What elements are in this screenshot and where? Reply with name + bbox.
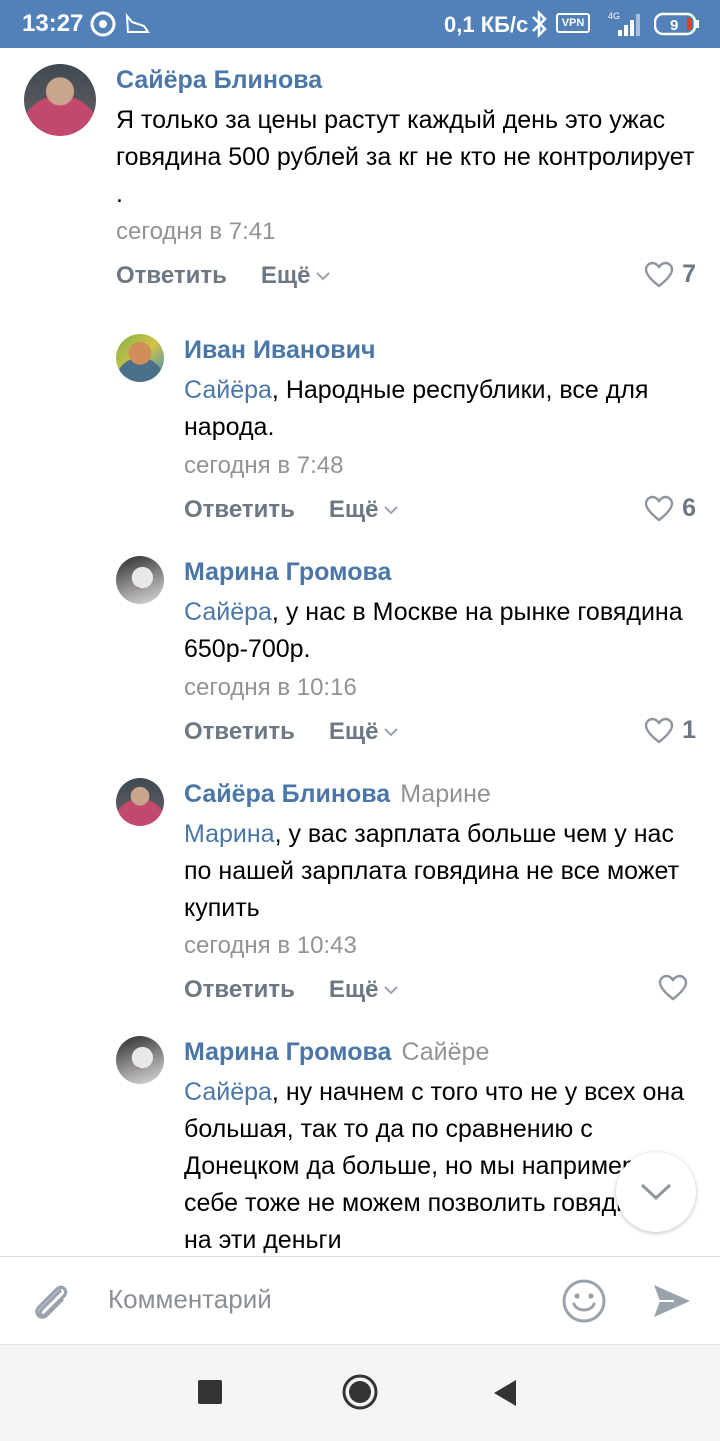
more-button[interactable]: Ещё bbox=[329, 496, 399, 524]
like-button[interactable]: 6 bbox=[644, 494, 696, 523]
author-name[interactable]: Сайёра Блинова bbox=[184, 780, 390, 808]
chevron-down-icon bbox=[383, 506, 398, 515]
avatar[interactable] bbox=[24, 64, 96, 136]
battery-level: 9 bbox=[670, 17, 678, 34]
attach-icon[interactable] bbox=[26, 1277, 74, 1325]
mention-link[interactable]: Сайёра bbox=[184, 376, 272, 404]
comment-actions: Ответить Ещё bbox=[184, 976, 399, 1004]
comment-author[interactable]: Марина Громова Сайёре bbox=[184, 1038, 489, 1067]
chevron-down-icon bbox=[383, 728, 398, 737]
chevron-down-icon bbox=[640, 1183, 672, 1201]
more-button[interactable]: Ещё bbox=[261, 262, 331, 290]
comment-author[interactable]: Сайёра Блинова Марине bbox=[184, 780, 491, 809]
comment-text: Сайёра, Народные республики, все для нар… bbox=[184, 372, 684, 446]
heart-icon bbox=[658, 974, 688, 1001]
more-button[interactable]: Ещё bbox=[329, 718, 399, 746]
more-label: Ещё bbox=[260, 262, 311, 289]
mention-link[interactable]: Марина bbox=[184, 820, 275, 848]
status-bar: 13:27 0,1 КБ/с VPN 4G 9 bbox=[0, 0, 720, 48]
avatar[interactable] bbox=[116, 778, 164, 826]
author-name[interactable]: Марина Громова bbox=[184, 558, 391, 586]
author-name[interactable]: Марина Громова bbox=[184, 1038, 391, 1066]
author-name[interactable]: Сайёра Блинова bbox=[116, 66, 322, 94]
comment-time: сегодня в 10:43 bbox=[184, 932, 357, 959]
send-icon[interactable] bbox=[650, 1279, 694, 1323]
comment-input-bar bbox=[0, 1256, 720, 1345]
scroll-down-button[interactable] bbox=[616, 1152, 696, 1232]
comment-time: сегодня в 7:41 bbox=[116, 218, 276, 245]
comment-actions: Ответить Ещё bbox=[116, 262, 331, 290]
comment-time: сегодня в 10:16 bbox=[184, 674, 357, 701]
comment-text: Я только за цены растут каждый день это … bbox=[116, 102, 696, 213]
battery-icon: 9 bbox=[653, 12, 700, 36]
mention-link[interactable]: Сайёра bbox=[184, 1078, 272, 1106]
like-button[interactable]: 7 bbox=[644, 260, 696, 289]
vpn-badge: VPN bbox=[556, 13, 590, 33]
chevron-down-icon bbox=[383, 986, 398, 995]
chrome-icon bbox=[90, 11, 116, 37]
more-button[interactable]: Ещё bbox=[329, 976, 399, 1004]
bluetooth-icon bbox=[532, 9, 547, 39]
network-type: 4G bbox=[608, 11, 620, 21]
comment-body: Я только за цены растут каждый день это … bbox=[116, 106, 695, 208]
more-label: Ещё bbox=[328, 496, 379, 523]
more-label: Ещё bbox=[328, 976, 379, 1003]
like-count: 1 bbox=[682, 716, 696, 744]
comment-input[interactable] bbox=[108, 1279, 538, 1319]
comment-time: сегодня в 7:48 bbox=[184, 452, 344, 479]
like-button[interactable]: 1 bbox=[644, 716, 696, 745]
like-button[interactable] bbox=[658, 974, 696, 1002]
comment-text: Сайёра, у нас в Москве на рынке говядина… bbox=[184, 594, 684, 668]
signal-icon: 4G bbox=[608, 11, 640, 36]
like-count: 7 bbox=[682, 260, 696, 288]
reply-button[interactable]: Ответить bbox=[184, 718, 295, 746]
comment-actions: Ответить Ещё bbox=[184, 496, 399, 524]
chevron-down-icon bbox=[315, 272, 330, 281]
comment-author[interactable]: Иван Иванович bbox=[184, 336, 376, 365]
heart-icon bbox=[644, 717, 674, 744]
reply-to[interactable]: Сайёре bbox=[401, 1038, 489, 1066]
comment-text: Марина, у вас зарплата больше чем у нас … bbox=[184, 816, 694, 927]
network-speed: 0,1 КБ/с bbox=[444, 12, 529, 37]
comment: Марина Громова Сайёре Сайёра, ну начнем с… bbox=[0, 1022, 720, 1256]
author-name[interactable]: Иван Иванович bbox=[184, 336, 376, 364]
emoji-icon[interactable] bbox=[560, 1277, 608, 1325]
reply-to[interactable]: Марине bbox=[400, 780, 491, 808]
comment-actions: Ответить Ещё bbox=[184, 718, 399, 746]
heart-icon bbox=[644, 261, 674, 288]
reply-button[interactable]: Ответить bbox=[184, 976, 295, 1004]
nav-recents-icon[interactable] bbox=[198, 1380, 222, 1404]
avatar[interactable] bbox=[116, 334, 164, 382]
nav-home-icon[interactable] bbox=[341, 1373, 379, 1411]
notification-icon bbox=[125, 13, 150, 33]
more-label: Ещё bbox=[328, 718, 379, 745]
nav-back-icon[interactable] bbox=[492, 1378, 518, 1408]
reply-button[interactable]: Ответить bbox=[116, 262, 227, 290]
avatar[interactable] bbox=[116, 1036, 164, 1084]
comment-author[interactable]: Марина Громова bbox=[184, 558, 391, 587]
navigation-bar bbox=[0, 1344, 720, 1441]
heart-icon bbox=[644, 495, 674, 522]
reply-button[interactable]: Ответить bbox=[184, 496, 295, 524]
like-count: 6 bbox=[682, 494, 696, 522]
avatar[interactable] bbox=[116, 556, 164, 604]
comment-author[interactable]: Сайёра Блинова bbox=[116, 66, 322, 95]
mention-link[interactable]: Сайёра bbox=[184, 598, 272, 626]
comment-text: Сайёра, ну начнем с того что не у всех о… bbox=[184, 1074, 696, 1256]
status-time: 13:27 bbox=[22, 10, 84, 37]
